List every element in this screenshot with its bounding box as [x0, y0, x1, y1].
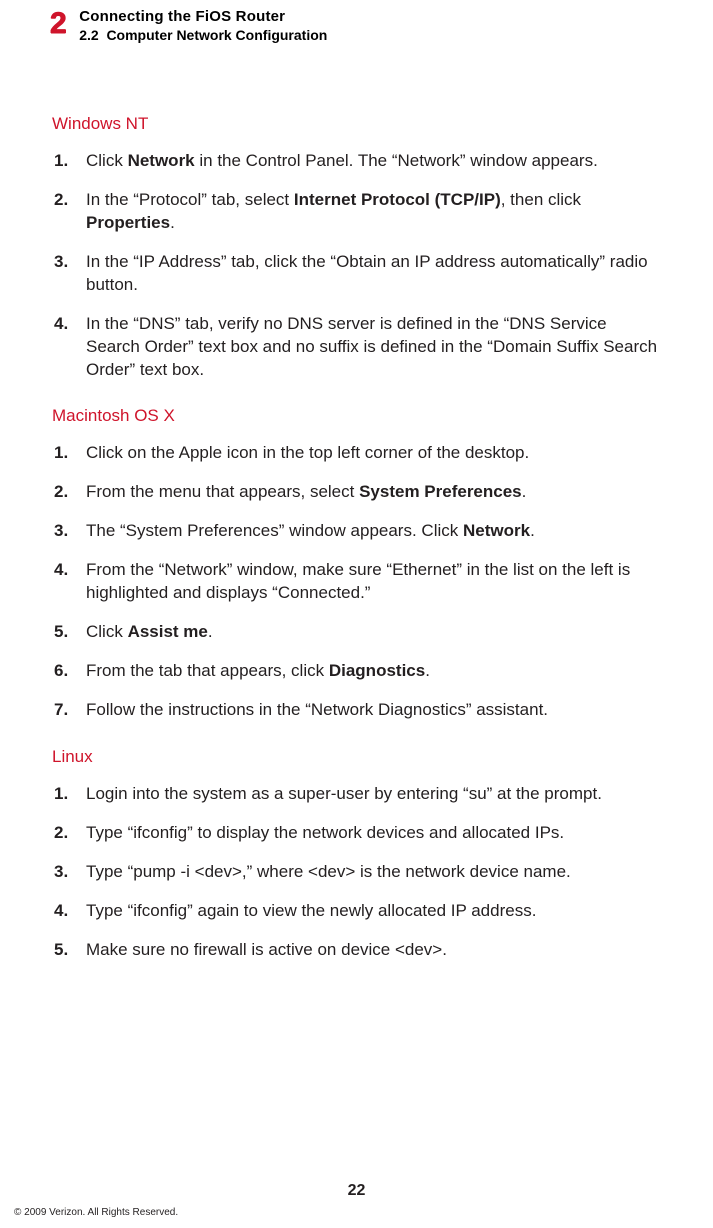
- list-item: From the menu that appears, select Syste…: [82, 481, 661, 504]
- page-content: Windows NT Click Network in the Control …: [0, 43, 713, 962]
- section-number: 2.2: [79, 27, 98, 43]
- list-item: Follow the instructions in the “Network …: [82, 699, 661, 722]
- list-item: Make sure no firewall is active on devic…: [82, 939, 661, 962]
- steps-windows-nt: Click Network in the Control Panel. The …: [52, 150, 661, 382]
- page-header: 2 Connecting the FiOS Router 2.2 Compute…: [0, 0, 713, 43]
- list-item: Type “ifconfig” again to view the newly …: [82, 900, 661, 923]
- list-item: Click Network in the Control Panel. The …: [82, 150, 661, 173]
- list-item: Click on the Apple icon in the top left …: [82, 442, 661, 465]
- list-item: Type “ifconfig” to display the network d…: [82, 822, 661, 845]
- list-item: Click Assist me.: [82, 621, 661, 644]
- list-item: Login into the system as a super-user by…: [82, 783, 661, 806]
- page-number: 22: [0, 1182, 713, 1200]
- heading-linux: Linux: [52, 746, 661, 769]
- chapter-number: 2: [50, 8, 67, 39]
- list-item: Type “pump -i <dev>,” where <dev> is the…: [82, 861, 661, 884]
- list-item: From the tab that appears, click Diagnos…: [82, 660, 661, 683]
- list-item: From the “Network” window, make sure “Et…: [82, 559, 661, 605]
- list-item: The “System Preferences” window appears.…: [82, 520, 661, 543]
- list-item: In the “IP Address” tab, click the “Obta…: [82, 251, 661, 297]
- copyright: © 2009 Verizon. All Rights Reserved.: [14, 1207, 178, 1218]
- heading-macosx: Macintosh OS X: [52, 405, 661, 428]
- steps-macosx: Click on the Apple icon in the top left …: [52, 442, 661, 722]
- section-line: 2.2 Computer Network Configuration: [79, 27, 327, 43]
- heading-windows-nt: Windows NT: [52, 113, 661, 136]
- list-item: In the “Protocol” tab, select Internet P…: [82, 189, 661, 235]
- steps-linux: Login into the system as a super-user by…: [52, 783, 661, 962]
- section-title: Computer Network Configuration: [106, 27, 327, 43]
- chapter-title: Connecting the FiOS Router: [79, 8, 327, 25]
- list-item: In the “DNS” tab, verify no DNS server i…: [82, 313, 661, 382]
- header-titles: Connecting the FiOS Router 2.2 Computer …: [79, 8, 327, 43]
